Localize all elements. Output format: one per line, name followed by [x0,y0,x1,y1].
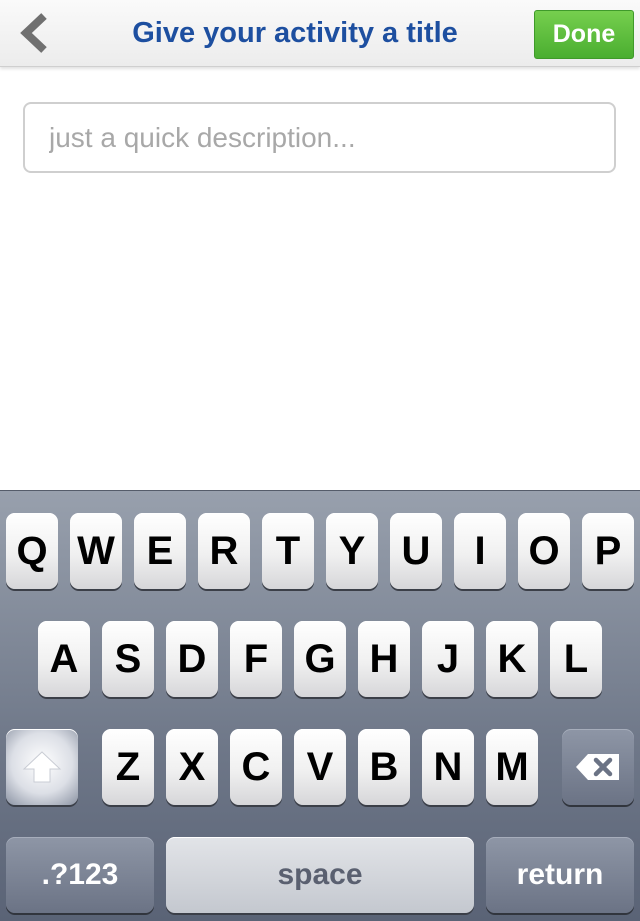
page-title: Give your activity a title [132,17,458,49]
key-c[interactable]: C [230,729,282,805]
key-l[interactable]: L [550,621,602,697]
space-key[interactable]: space [166,837,474,913]
key-y[interactable]: Y [326,513,378,589]
shift-arrow-icon [22,751,62,783]
navigation-bar: Give your activity a title Done [0,0,640,67]
key-d[interactable]: D [166,621,218,697]
chevron-left-icon [20,13,47,53]
delete-backspace-icon [576,754,619,780]
key-h[interactable]: H [358,621,410,697]
key-b[interactable]: B [358,729,410,805]
key-m[interactable]: M [486,729,538,805]
key-r[interactable]: R [198,513,250,589]
done-button[interactable]: Done [534,10,634,59]
key-p[interactable]: P [582,513,634,589]
numbers-key[interactable]: .?123 [6,837,154,913]
key-a[interactable]: A [38,621,90,697]
key-u[interactable]: U [390,513,442,589]
key-z[interactable]: Z [102,729,154,805]
shift-key[interactable] [6,729,78,805]
return-key[interactable]: return [486,837,634,913]
key-s[interactable]: S [102,621,154,697]
key-f[interactable]: F [230,621,282,697]
key-x[interactable]: X [166,729,218,805]
key-q[interactable]: Q [6,513,58,589]
key-t[interactable]: T [262,513,314,589]
back-button[interactable] [10,8,58,58]
description-input[interactable] [25,104,614,171]
key-n[interactable]: N [422,729,474,805]
key-k[interactable]: K [486,621,538,697]
onscreen-keyboard: Q W E R T Y U I O P A S D F G H J K L Z … [0,490,640,921]
delete-key[interactable] [562,729,634,805]
key-j[interactable]: J [422,621,474,697]
key-v[interactable]: V [294,729,346,805]
key-e[interactable]: E [134,513,186,589]
key-o[interactable]: O [518,513,570,589]
description-field-container [23,102,616,173]
key-g[interactable]: G [294,621,346,697]
key-i[interactable]: I [454,513,506,589]
key-w[interactable]: W [70,513,122,589]
